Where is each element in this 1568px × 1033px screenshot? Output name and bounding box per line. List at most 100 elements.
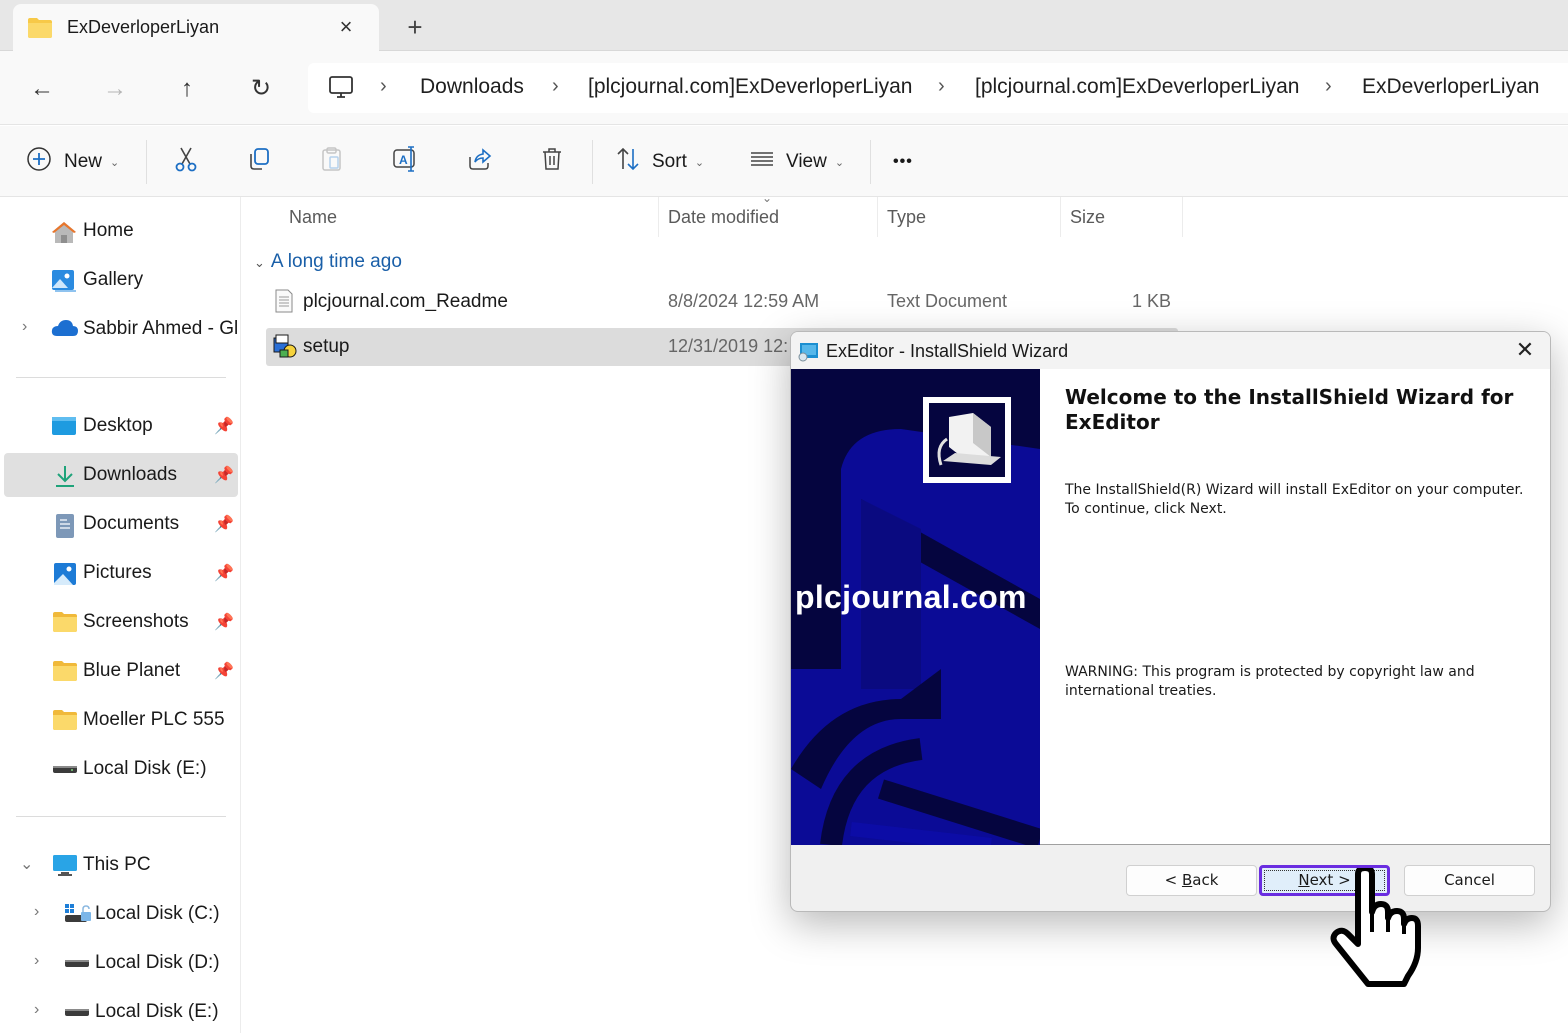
sidebar-item-home[interactable]: Home xyxy=(4,209,238,253)
tab-title: ExDeverloperLiyan xyxy=(67,17,220,37)
expand-chevron-icon[interactable]: › xyxy=(22,318,27,336)
sidebar-item-local-disk-c[interactable]: › Local Disk (C:) xyxy=(4,892,238,936)
breadcrumb-folder-2[interactable]: [plcjournal.com]ExDeverloperLiyan xyxy=(975,75,1300,99)
toolbar-divider xyxy=(592,140,593,184)
navigation-bar: ← → ↑ ↻ › Downloads › [plcjournal.com]Ex… xyxy=(0,51,1568,125)
sidebar-item-this-pc[interactable]: ⌄ This PC xyxy=(4,843,238,887)
expand-chevron-icon[interactable]: › xyxy=(34,1001,39,1019)
sidebar-item-blue-planet[interactable]: Blue Planet 📌 xyxy=(4,649,238,693)
back-button[interactable]: ← xyxy=(26,73,58,105)
sidebar-label: Blue Planet xyxy=(83,660,181,681)
pin-icon[interactable]: 📌 xyxy=(214,563,234,583)
rename-icon: A xyxy=(391,145,419,179)
wizard-content-panel: Welcome to the InstallShield Wizard for … xyxy=(1040,369,1550,845)
sidebar-item-documents[interactable]: Documents 📌 xyxy=(4,502,238,546)
paste-button[interactable] xyxy=(318,146,346,178)
view-button[interactable]: View ⌄ xyxy=(748,146,844,178)
pin-icon[interactable]: 📌 xyxy=(214,612,234,632)
folder-icon xyxy=(27,17,53,44)
sidebar-item-local-disk-e-pc[interactable]: › Local Disk (E:) xyxy=(4,990,238,1033)
pin-icon[interactable]: 📌 xyxy=(214,465,234,485)
sort-button[interactable]: Sort ⌄ xyxy=(614,146,704,178)
share-icon xyxy=(465,145,493,179)
this-pc-icon[interactable] xyxy=(328,75,354,106)
pin-icon[interactable]: 📌 xyxy=(214,416,234,436)
pin-icon[interactable]: 📌 xyxy=(214,661,234,681)
wizard-banner-image: plcjournal.com xyxy=(791,369,1040,845)
rename-button[interactable]: A xyxy=(391,146,419,178)
copy-button[interactable] xyxy=(245,146,273,178)
collapse-group-icon[interactable]: ⌄ xyxy=(254,255,265,270)
column-header-type[interactable]: Type xyxy=(887,207,926,228)
installer-app-icon xyxy=(797,342,819,367)
refresh-button[interactable]: ↻ xyxy=(245,73,277,105)
onedrive-cloud-icon xyxy=(51,318,78,342)
sidebar-item-downloads[interactable]: Downloads 📌 xyxy=(4,453,238,497)
sidebar-item-desktop[interactable]: Desktop 📌 xyxy=(4,404,238,448)
folder-icon xyxy=(52,611,78,635)
more-options-icon[interactable]: ••• xyxy=(893,146,913,178)
wizard-heading: Welcome to the InstallShield Wizard for … xyxy=(1065,385,1514,434)
sidebar-label: Local Disk (D:) xyxy=(95,952,220,973)
sidebar-item-pictures[interactable]: Pictures 📌 xyxy=(4,551,238,595)
chevron-down-icon: ⌄ xyxy=(694,156,705,169)
column-header-date-modified[interactable]: Date modified xyxy=(668,207,779,228)
sidebar-item-local-disk-d[interactable]: › Local Disk (D:) xyxy=(4,941,238,985)
sidebar-item-local-disk-e[interactable]: Local Disk (E:) xyxy=(4,747,238,791)
breadcrumb-folder-1[interactable]: [plcjournal.com]ExDeverloperLiyan xyxy=(588,75,913,99)
column-divider[interactable] xyxy=(658,197,659,237)
column-divider[interactable] xyxy=(1182,197,1183,237)
collapse-chevron-icon[interactable]: ⌄ xyxy=(20,854,33,874)
breadcrumb-downloads[interactable]: Downloads xyxy=(420,75,524,99)
back-button[interactable]: < Back xyxy=(1126,865,1257,896)
sidebar-item-gallery[interactable]: Gallery xyxy=(4,258,238,302)
expand-chevron-icon[interactable]: › xyxy=(34,952,39,970)
chevron-down-icon: ⌄ xyxy=(110,156,120,169)
sidebar-item-screenshots[interactable]: Screenshots 📌 xyxy=(4,600,238,644)
address-bar[interactable]: › Downloads › [plcjournal.com]ExDeverlop… xyxy=(308,63,1568,113)
expand-chevron-icon[interactable]: › xyxy=(34,903,39,921)
column-header-name[interactable]: Name xyxy=(289,207,337,228)
wizard-description: The InstallShield(R) Wizard will install… xyxy=(1065,482,1524,517)
text-file-icon xyxy=(274,289,294,318)
close-tab-icon[interactable]: × xyxy=(331,12,361,42)
column-divider[interactable] xyxy=(1060,197,1061,237)
sidebar-label: Local Disk (E:) xyxy=(95,1001,219,1022)
copyright-warning: WARNING: This program is protected by co… xyxy=(1065,664,1475,699)
file-row[interactable]: plcjournal.com_Readme 8/8/2024 12:59 AM … xyxy=(266,283,1178,321)
group-header[interactable]: ⌄ A long time ago xyxy=(254,251,402,273)
sidebar-label: Gallery xyxy=(83,269,144,290)
column-header-size[interactable]: Size xyxy=(1070,207,1105,228)
cut-button[interactable] xyxy=(172,146,200,178)
breadcrumb-separator-icon[interactable]: › xyxy=(1325,75,1332,98)
new-button[interactable]: New ⌄ xyxy=(26,146,119,178)
home-icon xyxy=(51,220,77,244)
breadcrumb-separator-icon[interactable]: › xyxy=(380,75,387,98)
up-button[interactable]: ↑ xyxy=(171,73,203,105)
hand-pointer-cursor-icon xyxy=(1330,868,1421,987)
sidebar-item-onedrive[interactable]: › Sabbir Ahmed - Global xyxy=(4,307,238,351)
pin-icon[interactable]: 📌 xyxy=(214,514,234,534)
breadcrumb-current-folder[interactable]: ExDeverloperLiyan xyxy=(1362,75,1539,99)
drive-icon xyxy=(52,758,78,782)
column-divider[interactable] xyxy=(877,197,878,237)
group-label: A long time ago xyxy=(270,251,402,272)
dialog-title: ExEditor - InstallShield Wizard xyxy=(826,341,1069,361)
tab-exdeverloperliyan[interactable]: ExDeverloperLiyan × xyxy=(13,4,379,52)
delete-button[interactable] xyxy=(538,146,566,178)
forward-button[interactable]: → xyxy=(99,73,131,105)
new-tab-button[interactable]: + xyxy=(400,12,430,42)
sort-indicator-icon: ⌄ xyxy=(762,191,773,205)
back-rest: ack xyxy=(1192,871,1219,889)
share-button[interactable] xyxy=(465,146,493,178)
sidebar-divider xyxy=(16,816,226,817)
command-bar: New ⌄ A Sort ⌄ View ⌄ ••• xyxy=(0,126,1568,197)
breadcrumb-separator-icon[interactable]: › xyxy=(938,75,945,98)
dialog-title-bar[interactable]: ExEditor - InstallShield Wizard ✕ xyxy=(791,332,1550,369)
breadcrumb-separator-icon[interactable]: › xyxy=(552,75,559,98)
sidebar-label: Screenshots xyxy=(83,611,189,632)
sidebar-item-moeller-plc-555[interactable]: Moeller PLC 555 xyxy=(4,698,238,742)
close-icon[interactable]: ✕ xyxy=(1507,335,1543,365)
this-pc-icon xyxy=(52,854,78,878)
sidebar-label: Local Disk (C:) xyxy=(95,903,220,924)
